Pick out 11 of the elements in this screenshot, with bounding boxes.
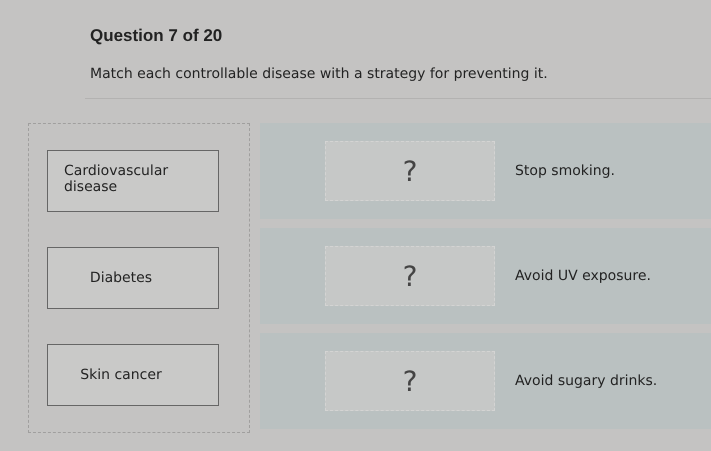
question-prompt: Match each controllable disease with a strategy for preventing it.	[90, 66, 548, 82]
strategy-label: Avoid sugary drinks.	[515, 373, 658, 389]
drop-slot[interactable]: ?	[325, 141, 495, 201]
drop-slot[interactable]: ?	[325, 351, 495, 411]
answer-tile[interactable]: Cardiovascular disease	[47, 150, 219, 212]
answer-tile[interactable]: Diabetes	[47, 246, 219, 309]
drop-slot[interactable]: ?	[325, 246, 495, 306]
strategy-label: Avoid UV exposure.	[515, 268, 651, 284]
question-title: Question 7 of 20	[90, 26, 222, 46]
strategy-label: Stop smoking.	[515, 163, 615, 179]
answer-tile[interactable]: Skin cancer	[47, 344, 219, 406]
